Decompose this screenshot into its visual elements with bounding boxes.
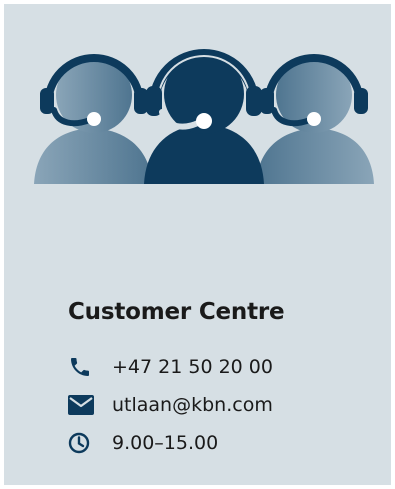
agent-right <box>256 54 374 184</box>
agent-center <box>144 49 264 184</box>
contact-email: utlaan@kbn.com <box>68 386 273 424</box>
phone-link[interactable]: +47 21 50 20 00 <box>112 356 273 378</box>
phone-icon <box>68 356 98 378</box>
support-agents-illustration <box>34 49 374 184</box>
mail-icon <box>68 394 98 416</box>
contact-phone: +47 21 50 20 00 <box>68 348 273 386</box>
opening-hours: 9.00–15.00 <box>112 432 219 454</box>
contact-list: +47 21 50 20 00 utlaan@kbn.com 9.00–15.0… <box>68 348 273 462</box>
section-title: Customer Centre <box>68 299 285 325</box>
agent-left <box>34 54 152 184</box>
contact-hours: 9.00–15.00 <box>68 424 273 462</box>
clock-icon <box>68 432 98 454</box>
customer-centre-card: Customer Centre +47 21 50 20 00 utlaan@k… <box>4 4 391 485</box>
email-link[interactable]: utlaan@kbn.com <box>112 394 273 416</box>
